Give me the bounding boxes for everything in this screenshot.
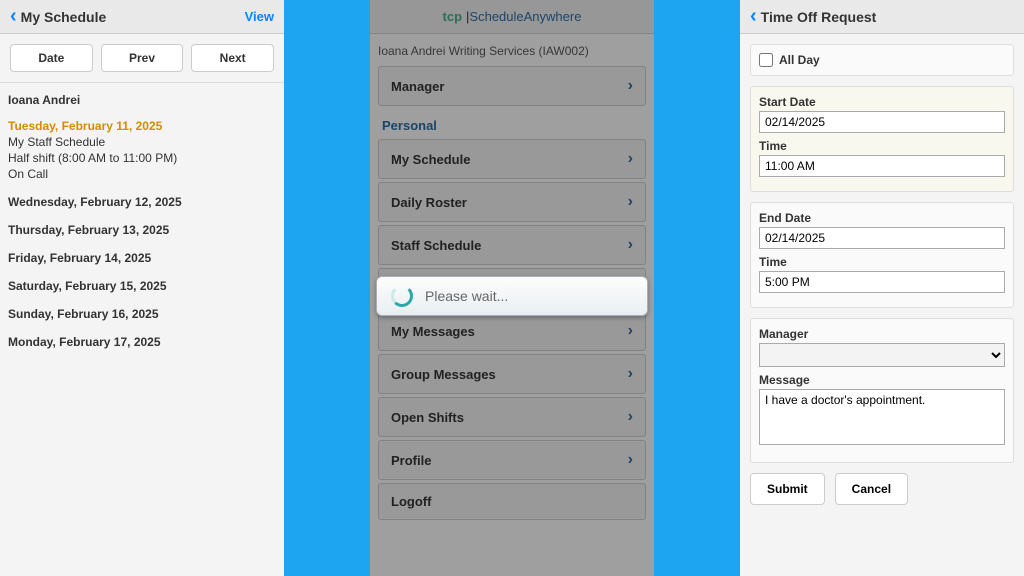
header-bar: ‹ Time Off Request <box>740 0 1024 34</box>
allday-section: All Day <box>750 44 1014 76</box>
start-date-input[interactable] <box>759 111 1005 133</box>
toolbar: Date Prev Next <box>0 34 284 83</box>
message-textarea[interactable] <box>759 389 1005 445</box>
end-section: End Date Time <box>750 202 1014 308</box>
start-time-input[interactable] <box>759 155 1005 177</box>
manager-select[interactable] <box>759 343 1005 367</box>
date-button[interactable]: Date <box>10 44 93 72</box>
allday-label: All Day <box>779 53 820 67</box>
day-heading: Friday, February 14, 2025 <box>8 251 276 265</box>
manager-message-section: Manager Message <box>750 318 1014 463</box>
schedule-detail: On Call <box>8 167 276 181</box>
main-menu-panel: tcp | ScheduleAnywhere Ioana Andrei Writ… <box>370 0 654 576</box>
prev-button[interactable]: Prev <box>101 44 184 72</box>
end-time-label: Time <box>759 255 1005 269</box>
next-button[interactable]: Next <box>191 44 274 72</box>
page-title: Time Off Request <box>761 9 1014 25</box>
start-date-label: Start Date <box>759 95 1005 109</box>
back-icon[interactable]: ‹ <box>750 5 757 28</box>
end-date-label: End Date <box>759 211 1005 225</box>
end-date-input[interactable] <box>759 227 1005 249</box>
selected-date: Tuesday, February 11, 2025 <box>8 119 276 133</box>
manager-label: Manager <box>759 327 1005 341</box>
day-heading: Saturday, February 15, 2025 <box>8 279 276 293</box>
time-off-request-panel: ‹ Time Off Request All Day Start Date Ti… <box>740 0 1024 576</box>
header-bar: ‹ My Schedule View <box>0 0 284 34</box>
user-name: Ioana Andrei <box>8 93 276 107</box>
schedule-detail: My Staff Schedule <box>8 135 276 149</box>
start-time-label: Time <box>759 139 1005 153</box>
loading-text: Please wait... <box>425 288 508 304</box>
loading-toast: Please wait... <box>376 276 648 316</box>
allday-row[interactable]: All Day <box>759 53 1005 67</box>
message-label: Message <box>759 373 1005 387</box>
submit-button[interactable]: Submit <box>750 473 825 505</box>
schedule-body: Ioana Andrei Tuesday, February 11, 2025 … <box>0 83 284 359</box>
allday-checkbox[interactable] <box>759 53 773 67</box>
day-heading: Thursday, February 13, 2025 <box>8 223 276 237</box>
my-schedule-panel: ‹ My Schedule View Date Prev Next Ioana … <box>0 0 284 576</box>
start-section: Start Date Time <box>750 86 1014 192</box>
back-icon[interactable]: ‹ <box>10 5 17 28</box>
view-link[interactable]: View <box>245 9 274 24</box>
page-title: My Schedule <box>21 9 245 25</box>
day-heading: Wednesday, February 12, 2025 <box>8 195 276 209</box>
schedule-detail: Half shift (8:00 AM to 11:00 PM) <box>8 151 276 165</box>
spinner-icon <box>391 285 413 307</box>
form-body: All Day Start Date Time End Date Time Ma… <box>740 34 1024 515</box>
action-row: Submit Cancel <box>750 473 1014 505</box>
cancel-button[interactable]: Cancel <box>835 473 908 505</box>
day-heading: Sunday, February 16, 2025 <box>8 307 276 321</box>
end-time-input[interactable] <box>759 271 1005 293</box>
day-heading: Monday, February 17, 2025 <box>8 335 276 349</box>
